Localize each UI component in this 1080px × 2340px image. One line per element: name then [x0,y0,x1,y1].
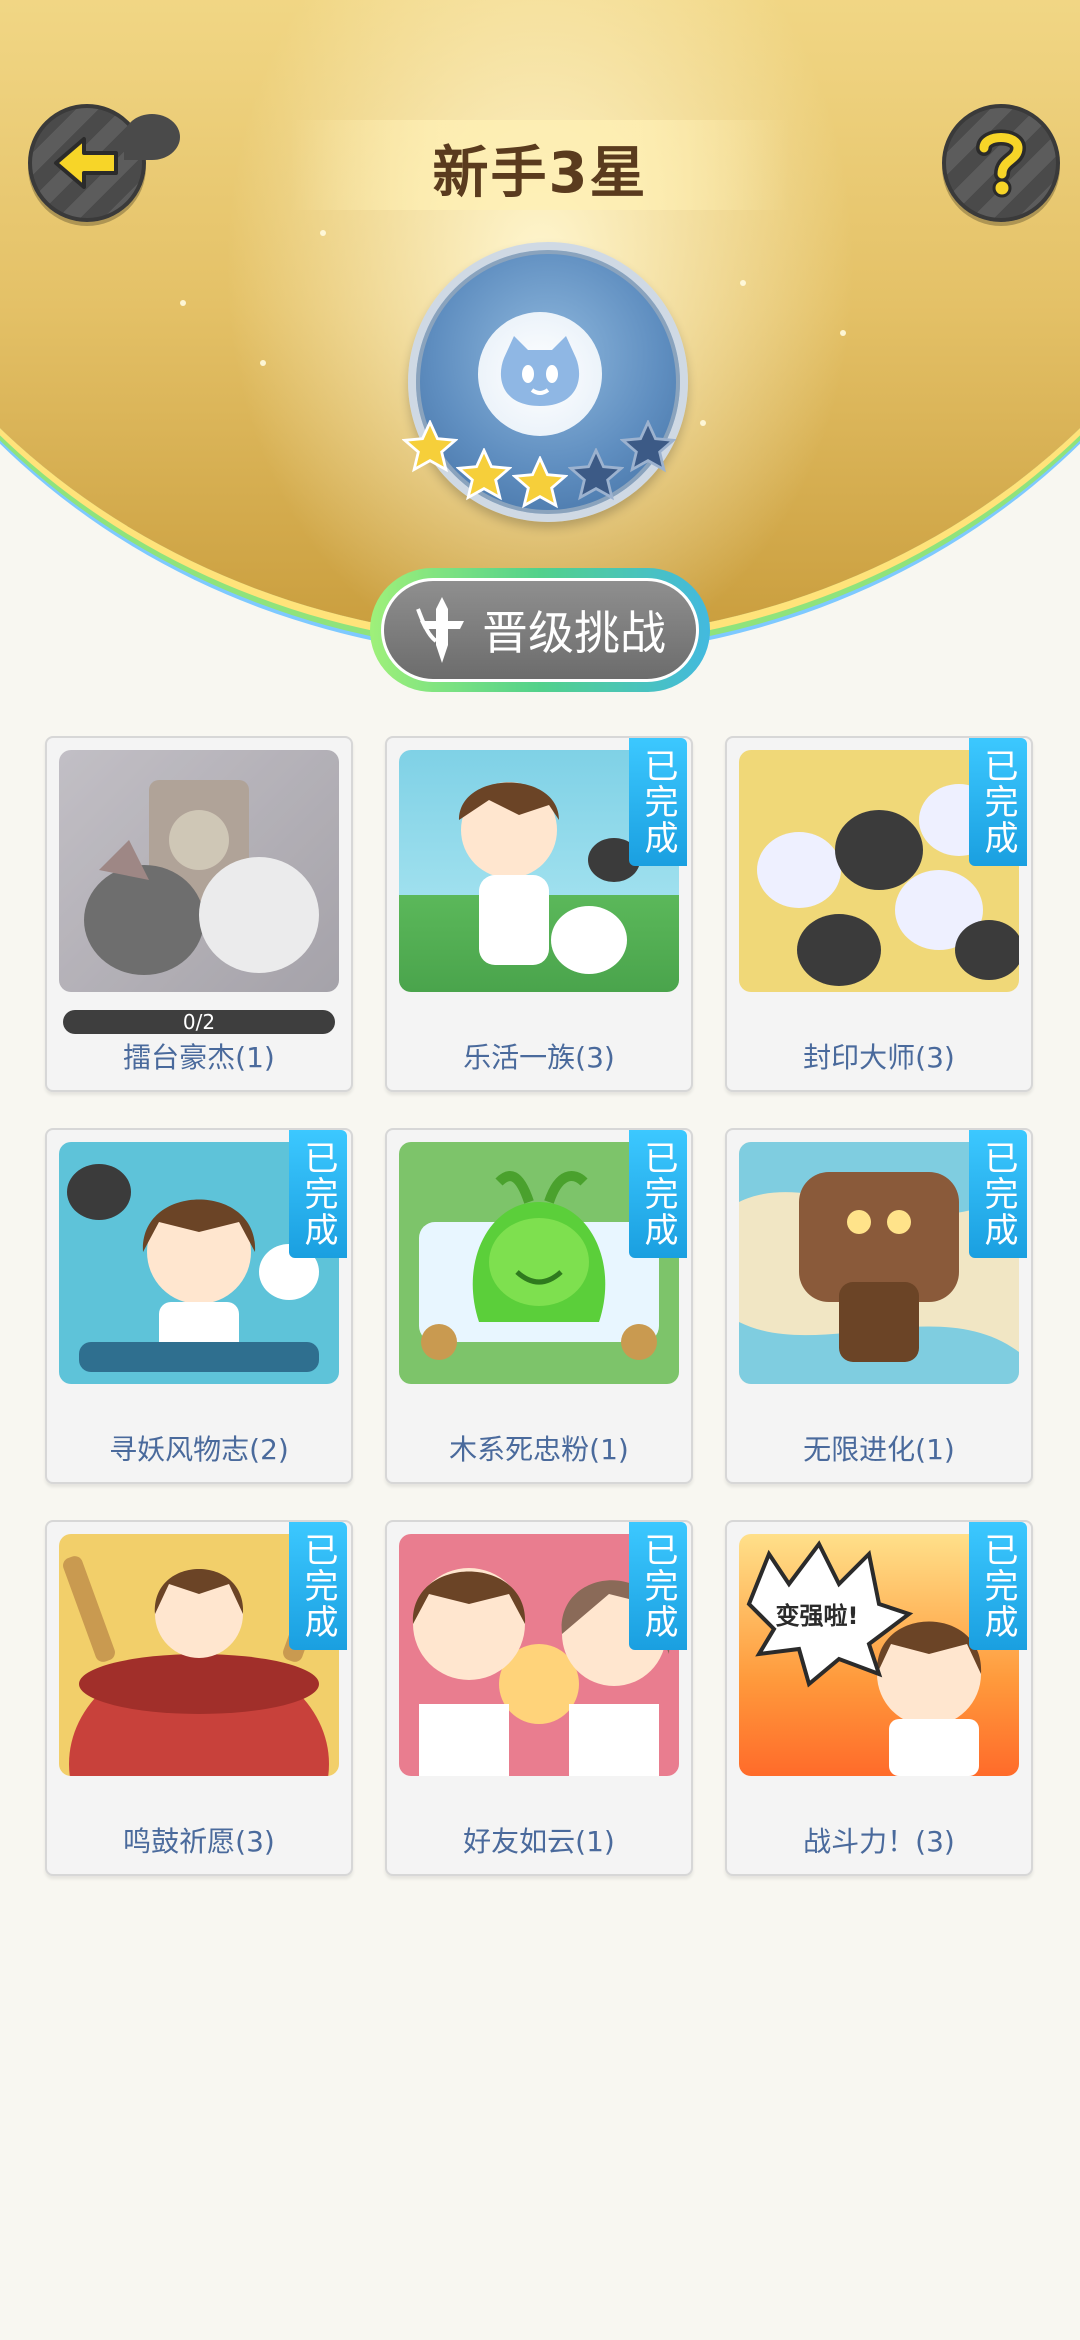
achievement-card[interactable]: 已完成 鸣鼓祈愿(3) [45,1520,353,1876]
achievement-card[interactable]: 变强啦! 已完成 战斗力！(3) [725,1520,1033,1876]
completed-badge: 已完成 [289,1522,347,1650]
achievement-card[interactable]: 0/2 擂台豪杰(1) [45,736,353,1092]
completed-badge: 已完成 [629,1522,687,1650]
star-empty-icon [568,448,624,501]
achievement-label: 寻妖风物志(2) [109,1433,289,1466]
promote-label: 晋级挑战 [482,606,666,660]
achievement-label: 好友如云(1) [463,1825,615,1858]
completed-badge: 已完成 [289,1130,347,1258]
achievement-label: 鸣鼓祈愿(3) [123,1825,275,1858]
promote-challenge-button[interactable]: 晋级挑战 [370,568,710,692]
achievement-label: 擂台豪杰(1) [123,1041,275,1074]
question-icon [976,129,1026,198]
arrow-left-icon [54,137,118,189]
completed-badge: 已完成 [629,1130,687,1258]
back-button[interactable] [28,104,180,222]
achievement-card[interactable]: 已完成 无限进化(1) [725,1128,1033,1484]
achievement-card[interactable]: 已完成 寻妖风物志(2) [45,1128,353,1484]
sword-icon [416,597,464,663]
progress-bar: 0/2 [63,1010,335,1034]
help-button[interactable] [942,104,1060,222]
star-filled-icon [402,420,458,473]
completed-badge: 已完成 [969,1522,1027,1650]
star-filled-icon [512,456,568,509]
star-filled-icon [456,448,512,501]
achievement-label: 乐活一族(3) [463,1041,615,1074]
achievement-card[interactable]: 已完成 好友如云(1) [385,1520,693,1876]
completed-badge: 已完成 [969,738,1027,866]
achievement-card[interactable]: 已完成 乐活一族(3) [385,736,693,1092]
star-empty-icon [620,420,676,473]
achievement-card[interactable]: 已完成 封印大师(3) [725,736,1033,1092]
progress-text: 0/2 [182,1010,216,1034]
achievement-label: 封印大师(3) [803,1041,955,1074]
achievement-label: 战斗力！(3) [803,1825,955,1858]
achievement-label: 木系死忠粉(1) [449,1433,629,1466]
completed-badge: 已完成 [629,738,687,866]
achievement-label: 无限进化(1) [803,1433,955,1466]
spirit-face-icon [500,336,580,406]
achievement-card[interactable]: 已完成 木系死忠粉(1) [385,1128,693,1484]
completed-badge: 已完成 [969,1130,1027,1258]
achievement-image [59,750,339,992]
speech-bubble-text: 变强啦! [775,1602,859,1630]
